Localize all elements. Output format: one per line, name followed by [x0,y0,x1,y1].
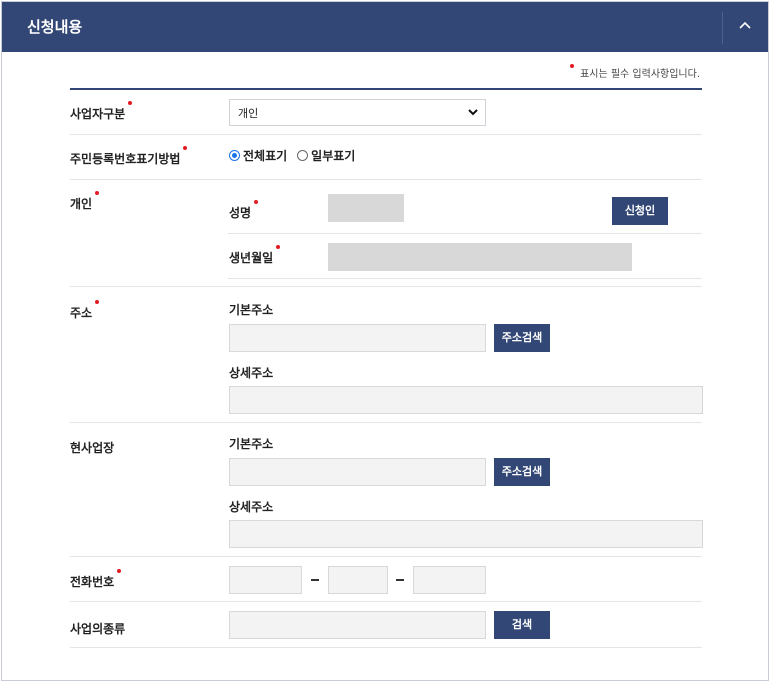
business-kind-search-button[interactable]: 검색 [494,611,550,639]
radio-full-display[interactable]: 전체표기 [229,147,287,164]
required-dot-icon [128,101,133,105]
address-detail-label: 상세주소 [229,366,274,380]
business-type-label: 사업자구분 [70,101,133,122]
row-divider [70,647,702,648]
phone-part2-field[interactable] [328,566,388,594]
panel-title: 신청내용 [27,18,83,36]
individual-label: 개인 [70,191,100,212]
row-divider [70,556,702,557]
row-divider [70,601,702,602]
site-basic-field[interactable] [229,458,486,486]
required-dot-icon [276,245,281,249]
site-label: 현사업장 [70,441,115,455]
address-detail-field[interactable] [229,386,703,414]
phone-dash [311,579,319,581]
birthdate-label: 생년월일 [229,245,281,266]
site-detail-field[interactable] [229,520,703,548]
phone-part1-field[interactable] [229,566,302,594]
business-kind-label: 사업의종류 [70,622,126,636]
name-label: 성명 [229,200,259,221]
required-dot-icon [570,64,575,68]
business-type-selected: 개인 [238,107,259,120]
chevron-down-icon [468,109,478,116]
address-search-button[interactable]: 주소검색 [494,324,550,352]
rrn-display-label: 주민등록번호표기방법 [70,146,188,167]
radio-partial-display[interactable]: 일부표기 [297,147,355,164]
application-panel: 신청내용 표시는 필수 입력사항입니다. 사업자구분 개인 주민등록번호표기방법… [1,1,769,681]
header-divider [722,12,723,44]
panel-header: 신청내용 [2,2,768,52]
required-notice-text: 표시는 필수 입력사항입니다. [580,69,700,80]
phone-part3-field[interactable] [413,566,486,594]
address-label: 주소 [70,300,100,321]
radio-unchecked-icon [297,150,309,161]
required-notice: 표시는 필수 입력사항입니다. [570,64,700,80]
name-field[interactable] [328,194,404,222]
phone-dash [396,579,404,581]
collapse-button[interactable] [724,2,768,52]
row-divider [70,286,702,287]
inner-divider [228,278,702,279]
chevron-up-icon [739,21,751,29]
required-dot-icon [117,569,122,573]
phone-label: 전화번호 [70,569,122,590]
row-divider [70,134,702,135]
applicant-button[interactable]: 신청인 [612,197,668,225]
radio-checked-icon [229,150,240,161]
top-divider [70,88,702,90]
required-dot-icon [254,200,259,204]
required-dot-icon [95,191,100,195]
site-address-search-button[interactable]: 주소검색 [494,458,550,486]
business-type-select[interactable]: 개인 [229,99,486,126]
inner-divider [228,233,702,234]
rrn-display-radio-group: 전체표기 일부표기 [229,147,365,164]
site-detail-label: 상세주소 [229,500,274,514]
row-divider [70,422,702,423]
birthdate-field[interactable] [328,243,632,271]
required-dot-icon [95,300,100,304]
address-basic-field[interactable] [229,324,486,352]
address-basic-label: 기본주소 [229,303,274,317]
business-kind-field[interactable] [229,611,486,639]
required-dot-icon [183,146,188,150]
site-basic-label: 기본주소 [229,437,274,451]
row-divider [70,179,702,180]
